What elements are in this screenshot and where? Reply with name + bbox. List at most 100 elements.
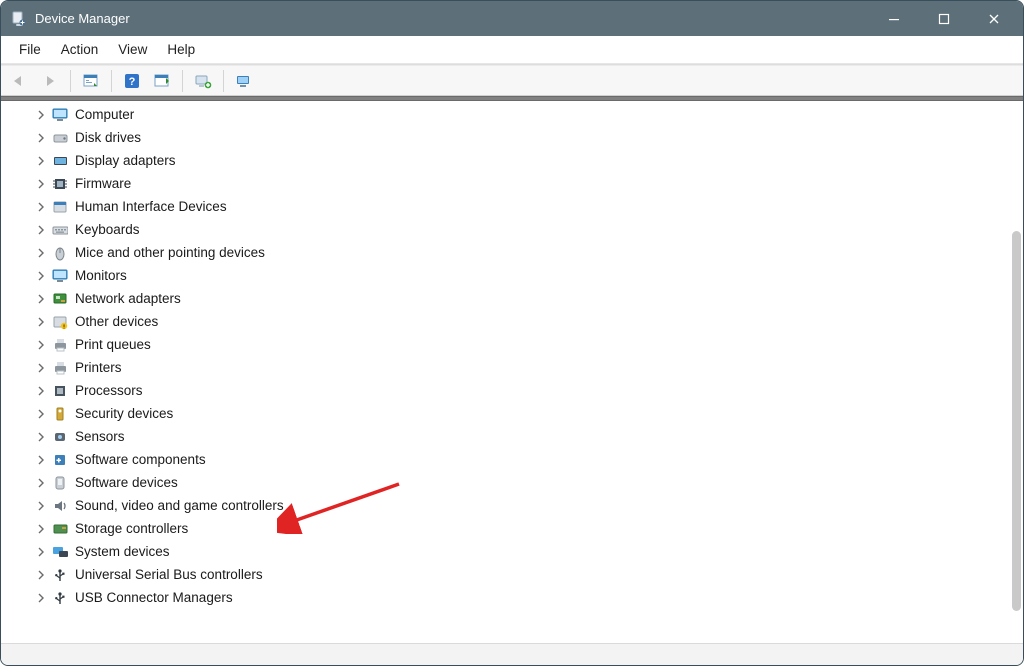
tree-item-sw-devices[interactable]: Software devices xyxy=(9,471,1023,494)
chip-icon xyxy=(51,175,69,193)
footer xyxy=(1,643,1023,665)
expand-chevron-icon[interactable] xyxy=(33,452,49,468)
expand-chevron-icon[interactable] xyxy=(33,429,49,445)
expand-chevron-icon[interactable] xyxy=(33,176,49,192)
back-button[interactable] xyxy=(7,69,33,93)
display-icon xyxy=(51,152,69,170)
tree-item-label: Sensors xyxy=(75,429,125,444)
tree-item-label: Software devices xyxy=(75,475,178,490)
maximize-button[interactable] xyxy=(919,1,969,36)
expand-chevron-icon[interactable] xyxy=(33,199,49,215)
expand-chevron-icon[interactable] xyxy=(33,498,49,514)
expand-chevron-icon[interactable] xyxy=(33,222,49,238)
tree-item-label: Sound, video and game controllers xyxy=(75,498,284,513)
tree-item-security[interactable]: Security devices xyxy=(9,402,1023,425)
expand-chevron-icon[interactable] xyxy=(33,245,49,261)
usb-icon xyxy=(51,589,69,607)
keyboard-icon xyxy=(51,221,69,239)
tree-item-label: Print queues xyxy=(75,337,151,352)
tree-item-usb-connectors[interactable]: USB Connector Managers xyxy=(9,586,1023,609)
expand-chevron-icon[interactable] xyxy=(33,107,49,123)
tree-item-label: Other devices xyxy=(75,314,158,329)
tree-item-label: Computer xyxy=(75,107,134,122)
tree-item-firmware[interactable]: Firmware xyxy=(9,172,1023,195)
tree-item-label: Processors xyxy=(75,383,143,398)
mouse-icon xyxy=(51,244,69,262)
expand-chevron-icon[interactable] xyxy=(33,383,49,399)
scrollbar-thumb[interactable] xyxy=(1012,231,1021,611)
expand-chevron-icon[interactable] xyxy=(33,130,49,146)
tree-item-monitors[interactable]: Monitors xyxy=(9,264,1023,287)
expand-chevron-icon[interactable] xyxy=(33,590,49,606)
tree-item-system[interactable]: System devices xyxy=(9,540,1023,563)
expand-chevron-icon[interactable] xyxy=(33,314,49,330)
expand-chevron-icon[interactable] xyxy=(33,360,49,376)
tree-item-label: Software components xyxy=(75,452,206,467)
add-hardware-button[interactable] xyxy=(190,69,216,93)
tree-item-sensors[interactable]: Sensors xyxy=(9,425,1023,448)
scan-hardware-button[interactable] xyxy=(231,69,257,93)
content-area: Computer Disk drives Display adapters Firmw… xyxy=(1,101,1023,643)
expand-chevron-icon[interactable] xyxy=(33,521,49,537)
expand-chevron-icon[interactable] xyxy=(33,567,49,583)
svg-text:?: ? xyxy=(129,76,136,88)
forward-button[interactable] xyxy=(37,69,63,93)
tree-item-mice[interactable]: Mice and other pointing devices xyxy=(9,241,1023,264)
tree-item-other[interactable]: Other devices xyxy=(9,310,1023,333)
menu-view[interactable]: View xyxy=(108,40,157,59)
expand-chevron-icon[interactable] xyxy=(33,291,49,307)
tree-item-disk-drives[interactable]: Disk drives xyxy=(9,126,1023,149)
cpu-icon xyxy=(51,382,69,400)
tree-item-storage[interactable]: Storage controllers xyxy=(9,517,1023,540)
tree-item-label: Storage controllers xyxy=(75,521,188,536)
expand-chevron-icon[interactable] xyxy=(33,268,49,284)
tree-item-label: Network adapters xyxy=(75,291,181,306)
usb-icon xyxy=(51,566,69,584)
printer-icon xyxy=(51,359,69,377)
show-hidden-button[interactable] xyxy=(78,69,104,93)
tree-item-label: Mice and other pointing devices xyxy=(75,245,265,260)
help-button[interactable]: ? xyxy=(119,69,145,93)
tree-item-sw-components[interactable]: Software components xyxy=(9,448,1023,471)
nic-icon xyxy=(51,290,69,308)
tree-item-label: Security devices xyxy=(75,406,173,421)
tree-item-label: Printers xyxy=(75,360,122,375)
expand-chevron-icon[interactable] xyxy=(33,337,49,353)
swdev-icon xyxy=(51,474,69,492)
tree-item-keyboards[interactable]: Keyboards xyxy=(9,218,1023,241)
tree-item-label: System devices xyxy=(75,544,170,559)
tree-item-hid[interactable]: Human Interface Devices xyxy=(9,195,1023,218)
minimize-button[interactable] xyxy=(869,1,919,36)
expand-chevron-icon[interactable] xyxy=(33,153,49,169)
monitor-icon xyxy=(51,106,69,124)
window: Device Manager File Action View Help xyxy=(0,0,1024,666)
tree-item-display-adapters[interactable]: Display adapters xyxy=(9,149,1023,172)
toolbar: ? xyxy=(1,66,1023,96)
tree-item-print-queues[interactable]: Print queues xyxy=(9,333,1023,356)
storage-icon xyxy=(51,520,69,538)
tree-item-network[interactable]: Network adapters xyxy=(9,287,1023,310)
menu-help[interactable]: Help xyxy=(157,40,205,59)
tree-item-computer[interactable]: Computer xyxy=(9,103,1023,126)
sound-icon xyxy=(51,497,69,515)
menu-file[interactable]: File xyxy=(9,40,51,59)
expand-chevron-icon[interactable] xyxy=(33,475,49,491)
tree-item-printers[interactable]: Printers xyxy=(9,356,1023,379)
tree-item-label: Firmware xyxy=(75,176,131,191)
menu-action[interactable]: Action xyxy=(51,40,109,59)
tree-item-label: Disk drives xyxy=(75,130,141,145)
monitor-icon xyxy=(51,267,69,285)
device-tree[interactable]: Computer Disk drives Display adapters Firmw… xyxy=(1,101,1023,643)
expand-chevron-icon[interactable] xyxy=(33,544,49,560)
update-driver-button[interactable] xyxy=(149,69,175,93)
disk-icon xyxy=(51,129,69,147)
tree-item-usb-controllers[interactable]: Universal Serial Bus controllers xyxy=(9,563,1023,586)
tree-item-label: USB Connector Managers xyxy=(75,590,233,605)
expand-chevron-icon[interactable] xyxy=(33,406,49,422)
app-icon xyxy=(11,11,27,27)
titlebar: Device Manager xyxy=(1,1,1023,36)
tree-item-label: Display adapters xyxy=(75,153,176,168)
tree-item-sound[interactable]: Sound, video and game controllers xyxy=(9,494,1023,517)
tree-item-processors[interactable]: Processors xyxy=(9,379,1023,402)
close-button[interactable] xyxy=(969,1,1019,36)
